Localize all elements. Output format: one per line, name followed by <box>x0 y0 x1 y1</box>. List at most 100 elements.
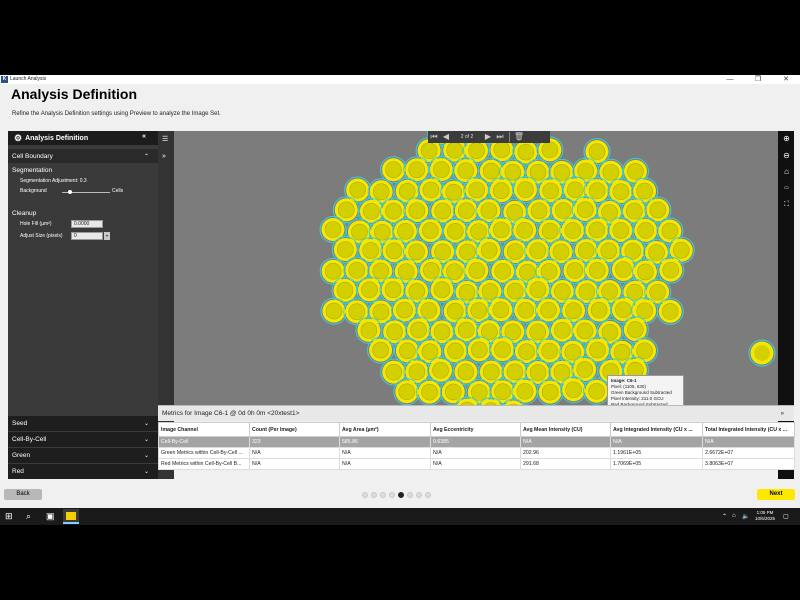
notes-app-icon[interactable] <box>63 509 79 524</box>
window-title: Launch Analysis <box>10 76 47 82</box>
cell-mark <box>524 237 552 265</box>
column-header[interactable]: Total Integrated Intensity (CU x ... <box>702 422 795 437</box>
cell-mark <box>511 216 539 244</box>
table-row[interactable]: Red Metrics within Cell-By-Cell B... N/A… <box>158 458 795 470</box>
cell-mark <box>416 378 444 405</box>
section-label: Red <box>12 468 24 475</box>
metrics-header: Metrics for Image C6-1 @ 0d 0h 0m <20xte… <box>158 405 794 421</box>
table-header-row: Image Channel Count (Per Image) Avg Area… <box>158 422 795 437</box>
last-image-icon[interactable]: ⏭ <box>494 131 506 143</box>
cell-mark <box>583 216 611 244</box>
hole-fill-label: Hole Fill (µm²) <box>20 221 52 227</box>
app-icon: K <box>1 76 8 83</box>
metrics-toggle-icon[interactable]: » <box>781 406 784 422</box>
next-image-icon[interactable]: ▶ <box>482 131 494 143</box>
table-cell: N/A <box>249 447 340 459</box>
cell-mark <box>463 176 491 204</box>
cleanup-title: Cleanup <box>12 210 37 217</box>
next-button[interactable]: Next <box>757 489 795 500</box>
notifications-icon[interactable]: ▢ <box>783 513 789 520</box>
page-title: Analysis Definition <box>11 86 138 102</box>
adjust-settings-icon[interactable]: ☰ <box>162 135 168 143</box>
cells-label: Cells <box>112 188 124 194</box>
zoom-out-icon[interactable]: ⊖ <box>781 151 792 160</box>
section-cell-by-cell[interactable]: Cell-By-Cell ⌄ <box>8 431 158 447</box>
cell-mark <box>393 378 421 405</box>
image-navigation: ⏮ ◀ 2 of 2 ▶ ⏭ 🗑 <box>428 131 550 143</box>
zoom-in-icon[interactable]: ⊕ <box>781 134 792 143</box>
screen: K Launch Analysis — ❐ ✕ Analysis Definit… <box>0 0 800 600</box>
section-label: Cell-By-Cell <box>12 436 47 443</box>
previous-image-icon[interactable]: ◀ <box>440 131 452 143</box>
home-icon[interactable]: ⌂ <box>781 167 792 176</box>
table-cell: 3.8063E+07 <box>702 458 795 470</box>
column-header[interactable]: Image Channel <box>158 422 250 437</box>
expand-icon[interactable]: » <box>162 153 166 160</box>
segmentation-title: Segmentation <box>12 167 53 174</box>
table-cell: N/A <box>520 436 611 448</box>
adjust-size-input[interactable]: 0 <box>71 232 103 240</box>
table-cell: 0.6385 <box>430 436 521 448</box>
page-subtitle: Refine the Analysis Definition settings … <box>12 111 221 117</box>
cell-mark <box>367 336 395 364</box>
hole-fill-input[interactable]: 0.0000 <box>71 220 103 228</box>
chevron-up-icon[interactable]: ⌃ <box>722 513 727 520</box>
table-cell: 2.6672E+07 <box>702 447 795 459</box>
cell-boundary-section[interactable]: Cell Boundary ⌃ <box>8 149 158 163</box>
system-clock[interactable]: 1:05 PM 10/6/2025 <box>752 510 778 522</box>
table-cell: 585.86 <box>339 436 431 448</box>
section-red[interactable]: Red ⌄ <box>8 463 158 479</box>
table-cell: 291.68 <box>520 458 611 470</box>
column-header[interactable]: Avg Area (µm²) <box>339 422 431 437</box>
hole-fill-row: Hole Fill (µm²) 0.0000 <box>8 220 158 229</box>
table-cell: 202.96 <box>520 447 611 459</box>
windows-start-icon[interactable]: ⊞ <box>5 511 13 522</box>
section-label: Green <box>12 452 31 459</box>
gear-icon: ⚙ <box>14 132 23 143</box>
cell-mark <box>441 337 469 365</box>
search-icon[interactable]: ⌕ <box>26 511 31 522</box>
maximize-button[interactable]: ❐ <box>746 75 770 84</box>
cell-mark <box>607 216 635 244</box>
column-header[interactable]: Count (Per Image) <box>249 422 340 437</box>
fit-icon[interactable]: ⛶ <box>781 201 792 209</box>
column-header[interactable]: Avg Mean Intensity (CU) <box>520 422 611 437</box>
cell-boundary-label: Cell Boundary <box>12 152 53 160</box>
progress-dot <box>407 492 413 498</box>
network-icon[interactable]: ⌂ <box>732 513 736 519</box>
cell-mark <box>583 256 611 284</box>
cell-mark <box>583 377 611 405</box>
trash-icon[interactable]: 🗑 <box>513 131 525 143</box>
clock-date: 10/6/2025 <box>754 516 776 521</box>
progress-dot <box>362 492 368 498</box>
progress-dot <box>380 492 386 498</box>
collapse-panel-icon[interactable]: « <box>142 133 146 140</box>
cell-mark <box>748 339 776 367</box>
table-cell: 323 <box>249 436 340 448</box>
table-cell: 1.1961E+05 <box>610 447 703 459</box>
volume-icon[interactable]: 🔈 <box>742 513 749 520</box>
back-button[interactable]: Back <box>4 489 42 500</box>
progress-dot <box>425 492 431 498</box>
task-view-icon[interactable]: ▣ <box>46 511 55 522</box>
table-cell: N/A <box>610 436 703 448</box>
section-seed[interactable]: Seed ⌄ <box>8 415 158 431</box>
adjust-size-stepper[interactable]: ▾ <box>104 232 110 240</box>
segmentation-slider-row: Background Cells <box>8 188 158 196</box>
section-green[interactable]: Green ⌄ <box>8 447 158 463</box>
segmentation-slider-handle[interactable] <box>68 190 72 194</box>
column-header[interactable]: Avg Eccentricity <box>430 422 521 437</box>
minimize-button[interactable]: — <box>718 75 742 84</box>
column-header[interactable]: Avg Integrated Intensity (CU x ... <box>610 422 703 437</box>
progress-dot <box>398 492 404 498</box>
chevron-down-icon: ⌄ <box>143 437 149 443</box>
table-cell: N/A <box>430 447 521 459</box>
close-button[interactable]: ✕ <box>774 75 798 84</box>
image-info-icon[interactable]: ▭ <box>781 185 792 191</box>
table-row[interactable]: Green Metrics within Cell-By-Cell ... N/… <box>158 447 795 459</box>
section-label: Seed <box>12 420 28 427</box>
image-viewer[interactable]: ⏮ ◀ 2 of 2 ▶ ⏭ 🗑 <box>174 131 778 405</box>
table-cell: N/A <box>339 447 431 459</box>
first-image-icon[interactable]: ⏮ <box>428 131 440 143</box>
table-row[interactable]: Cell-By-Cell 323 585.86 0.6385 N/A N/A N… <box>158 436 795 448</box>
